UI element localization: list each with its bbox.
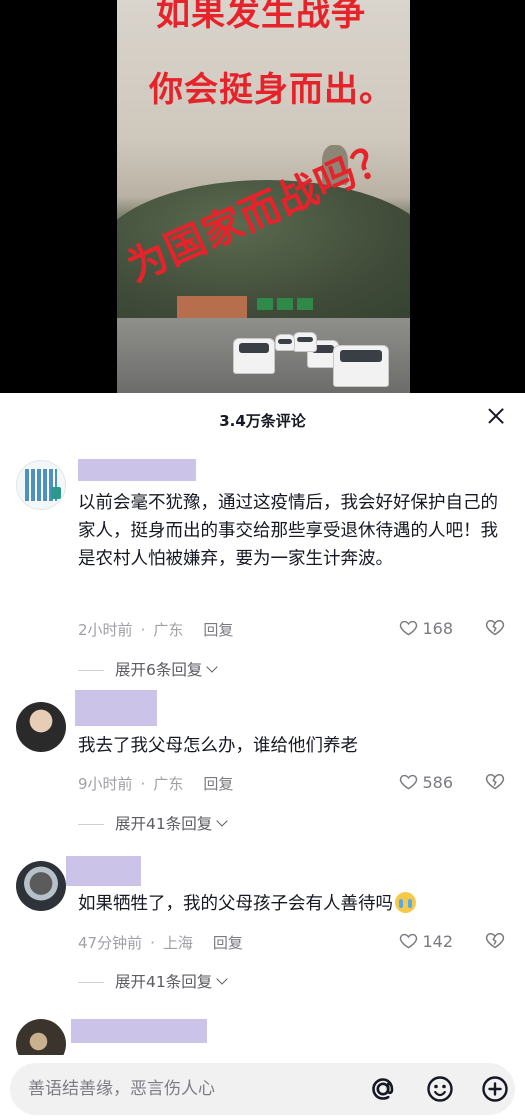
comment-meta: 9小时前 · 广东 回复 [78, 773, 234, 794]
comment-location: 广东 [153, 621, 184, 639]
video-player[interactable]: 如果发生战争 你会挺身而出。 为国家而战吗？ [0, 0, 525, 393]
comment-time: 47分钟前 [78, 934, 143, 952]
dislike-icon[interactable] [485, 771, 505, 791]
username-redacted[interactable] [78, 459, 196, 481]
comment-input-bar [0, 1055, 525, 1120]
heart-icon [400, 774, 418, 790]
comments-count-title: 3.4万条评论 [219, 412, 306, 430]
comment-text: 如果牺牲了，我的父母孩子会有人善待吗 [78, 890, 498, 918]
chevron-down-icon [216, 973, 228, 985]
heart-icon [400, 933, 418, 949]
chevron-down-icon [216, 815, 228, 827]
expand-replies-button[interactable]: 展开41条回复 [78, 970, 228, 992]
expand-replies-button[interactable]: 展开6条回复 [78, 658, 219, 680]
avatar-badge [51, 487, 61, 499]
avatar[interactable] [16, 861, 66, 911]
expand-replies-label: 展开6条回复 [115, 661, 203, 679]
close-icon[interactable] [485, 405, 507, 427]
add-icon[interactable] [480, 1074, 510, 1104]
like-button[interactable]: 142 [399, 931, 453, 951]
emoji-icon[interactable] [425, 1074, 455, 1104]
divider-line [78, 670, 104, 671]
like-count: 142 [422, 932, 453, 951]
reply-button[interactable]: 回复 [203, 619, 233, 640]
avatar[interactable] [16, 460, 66, 510]
road-sign [297, 298, 313, 310]
expand-replies-label: 展开41条回复 [115, 815, 213, 833]
video-caption-line1: 如果发生战争 [156, 0, 366, 34]
comment-item [0, 1015, 525, 1069]
comments-header: 3.4万条评论 [0, 393, 525, 445]
comment-item: 如果牺牲了，我的父母孩子会有人善待吗 47分钟前 · 上海 回复 142 展开41条回… [0, 848, 525, 1008]
dislike-icon[interactable] [485, 617, 505, 637]
at-icon[interactable] [368, 1074, 398, 1104]
expand-replies-button[interactable]: 展开41条回复 [78, 812, 228, 834]
chevron-down-icon [206, 661, 219, 673]
car [333, 345, 389, 387]
comment-text: 以前会毫不犹豫，通过这疫情后，我会好好保护自己的家人，挺身而出的事交给那些享受退… [78, 493, 498, 569]
divider-line [78, 824, 104, 825]
reply-button[interactable]: 回复 [203, 773, 233, 794]
video-caption-line2: 你会挺身而出。 [149, 70, 394, 110]
comment-item: 我去了我父母怎么办，谁给他们养老 9小时前 · 广东 回复 586 展开41条回复 [0, 690, 525, 845]
expand-replies-label: 展开41条回复 [115, 973, 213, 991]
comment-location: 上海 [162, 934, 193, 952]
car [233, 338, 275, 374]
comment-text: 我去了我父母怎么办，谁给他们养老 [78, 736, 358, 756]
comment-item: 以前会毫不犹豫，通过这疫情后，我会好好保护自己的家人，挺身而出的事交给那些享受退… [0, 445, 525, 690]
road-sign [257, 298, 273, 310]
car [275, 334, 295, 351]
avatar[interactable] [16, 702, 66, 752]
like-button[interactable]: 586 [399, 772, 453, 792]
username-redacted[interactable] [71, 1019, 207, 1043]
like-button[interactable]: 168 [399, 618, 453, 638]
divider-line [78, 982, 104, 983]
username-redacted[interactable] [75, 690, 157, 726]
comment-time: 2小时前 [78, 621, 133, 639]
comment-location: 广东 [153, 775, 184, 793]
crying-emoji-icon [395, 892, 416, 913]
dislike-icon[interactable] [485, 930, 505, 950]
comments-sheet: 3.4万条评论 以前会毫不犹豫，通过这疫情后，我会好好保护自己的家人，挺身而出的… [0, 393, 525, 1120]
comment-meta: 47分钟前 · 上海 回复 [78, 932, 243, 953]
like-count: 168 [422, 619, 453, 638]
comment-input-container [10, 1063, 515, 1115]
comment-time: 9小时前 [78, 775, 133, 793]
reply-button[interactable]: 回复 [213, 932, 243, 953]
comment-text-content: 如果牺牲了，我的父母孩子会有人善待吗 [78, 894, 393, 914]
like-count: 586 [422, 773, 453, 792]
username-redacted[interactable] [66, 856, 141, 886]
comment-meta: 2小时前 · 广东 回复 [78, 619, 234, 640]
comment-input[interactable] [28, 1063, 358, 1115]
heart-icon [400, 620, 418, 636]
road-sign [277, 298, 293, 310]
car [293, 332, 317, 352]
building [177, 296, 247, 318]
